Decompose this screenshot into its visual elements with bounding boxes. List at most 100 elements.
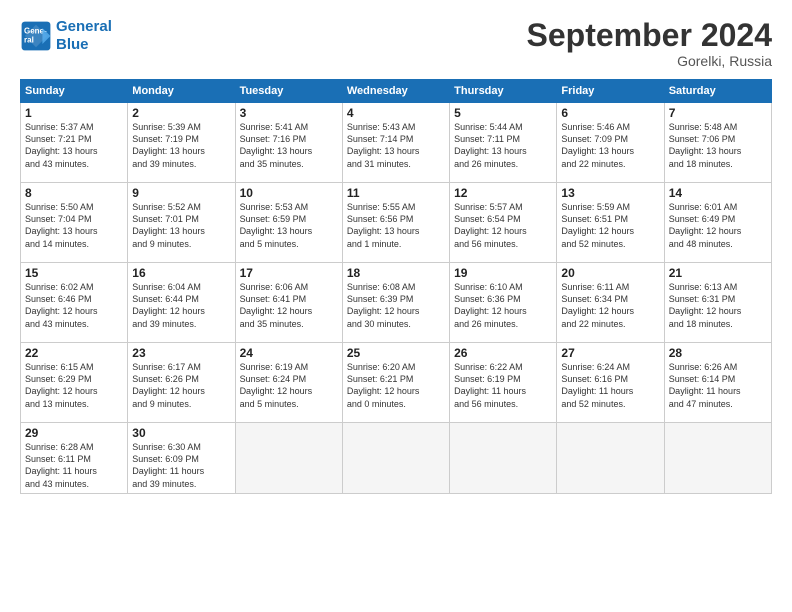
- day-info: Sunrise: 5:52 AM Sunset: 7:01 PM Dayligh…: [132, 201, 230, 250]
- day-info: Sunrise: 6:13 AM Sunset: 6:31 PM Dayligh…: [669, 281, 767, 330]
- day-info: Sunrise: 6:10 AM Sunset: 6:36 PM Dayligh…: [454, 281, 552, 330]
- day-number: 30: [132, 426, 230, 440]
- calendar-cell: 13Sunrise: 5:59 AM Sunset: 6:51 PM Dayli…: [557, 183, 664, 263]
- day-info: Sunrise: 6:02 AM Sunset: 6:46 PM Dayligh…: [25, 281, 123, 330]
- day-info: Sunrise: 6:28 AM Sunset: 6:11 PM Dayligh…: [25, 441, 123, 490]
- calendar-cell: [557, 423, 664, 494]
- day-info: Sunrise: 6:22 AM Sunset: 6:19 PM Dayligh…: [454, 361, 552, 410]
- day-number: 16: [132, 266, 230, 280]
- day-info: Sunrise: 5:50 AM Sunset: 7:04 PM Dayligh…: [25, 201, 123, 250]
- day-info: Sunrise: 5:55 AM Sunset: 6:56 PM Dayligh…: [347, 201, 445, 250]
- day-number: 18: [347, 266, 445, 280]
- calendar-cell: 11Sunrise: 5:55 AM Sunset: 6:56 PM Dayli…: [342, 183, 449, 263]
- table-row: 1Sunrise: 5:37 AM Sunset: 7:21 PM Daylig…: [21, 103, 772, 183]
- day-info: Sunrise: 6:24 AM Sunset: 6:16 PM Dayligh…: [561, 361, 659, 410]
- svg-text:ral: ral: [24, 35, 34, 44]
- day-info: Sunrise: 5:41 AM Sunset: 7:16 PM Dayligh…: [240, 121, 338, 170]
- calendar-cell: 19Sunrise: 6:10 AM Sunset: 6:36 PM Dayli…: [450, 263, 557, 343]
- location: Gorelki, Russia: [527, 53, 772, 69]
- table-row: 15Sunrise: 6:02 AM Sunset: 6:46 PM Dayli…: [21, 263, 772, 343]
- col-wednesday: Wednesday: [342, 80, 449, 103]
- day-info: Sunrise: 6:15 AM Sunset: 6:29 PM Dayligh…: [25, 361, 123, 410]
- day-info: Sunrise: 6:08 AM Sunset: 6:39 PM Dayligh…: [347, 281, 445, 330]
- day-number: 9: [132, 186, 230, 200]
- day-info: Sunrise: 6:20 AM Sunset: 6:21 PM Dayligh…: [347, 361, 445, 410]
- day-number: 15: [25, 266, 123, 280]
- calendar-cell: [342, 423, 449, 494]
- logo: Gene- ral General Blue: [20, 18, 112, 54]
- calendar-cell: [664, 423, 771, 494]
- calendar-cell: 21Sunrise: 6:13 AM Sunset: 6:31 PM Dayli…: [664, 263, 771, 343]
- calendar-cell: 8Sunrise: 5:50 AM Sunset: 7:04 PM Daylig…: [21, 183, 128, 263]
- day-info: Sunrise: 6:17 AM Sunset: 6:26 PM Dayligh…: [132, 361, 230, 410]
- day-info: Sunrise: 5:53 AM Sunset: 6:59 PM Dayligh…: [240, 201, 338, 250]
- day-number: 6: [561, 106, 659, 120]
- day-number: 8: [25, 186, 123, 200]
- calendar-cell: 16Sunrise: 6:04 AM Sunset: 6:44 PM Dayli…: [128, 263, 235, 343]
- calendar-cell: 10Sunrise: 5:53 AM Sunset: 6:59 PM Dayli…: [235, 183, 342, 263]
- day-number: 1: [25, 106, 123, 120]
- day-number: 3: [240, 106, 338, 120]
- calendar-cell: 7Sunrise: 5:48 AM Sunset: 7:06 PM Daylig…: [664, 103, 771, 183]
- calendar-cell: [450, 423, 557, 494]
- page: Gene- ral General Blue September 2024 Go…: [0, 0, 792, 612]
- day-info: Sunrise: 6:11 AM Sunset: 6:34 PM Dayligh…: [561, 281, 659, 330]
- calendar-cell: 29Sunrise: 6:28 AM Sunset: 6:11 PM Dayli…: [21, 423, 128, 494]
- calendar-cell: 27Sunrise: 6:24 AM Sunset: 6:16 PM Dayli…: [557, 343, 664, 423]
- day-number: 2: [132, 106, 230, 120]
- title-block: September 2024 Gorelki, Russia: [527, 18, 772, 69]
- day-number: 17: [240, 266, 338, 280]
- calendar-cell: 5Sunrise: 5:44 AM Sunset: 7:11 PM Daylig…: [450, 103, 557, 183]
- calendar-cell: 18Sunrise: 6:08 AM Sunset: 6:39 PM Dayli…: [342, 263, 449, 343]
- calendar-table: Sunday Monday Tuesday Wednesday Thursday…: [20, 79, 772, 494]
- day-info: Sunrise: 5:43 AM Sunset: 7:14 PM Dayligh…: [347, 121, 445, 170]
- day-info: Sunrise: 5:44 AM Sunset: 7:11 PM Dayligh…: [454, 121, 552, 170]
- calendar-cell: 3Sunrise: 5:41 AM Sunset: 7:16 PM Daylig…: [235, 103, 342, 183]
- table-row: 8Sunrise: 5:50 AM Sunset: 7:04 PM Daylig…: [21, 183, 772, 263]
- calendar-cell: 9Sunrise: 5:52 AM Sunset: 7:01 PM Daylig…: [128, 183, 235, 263]
- calendar-cell: 17Sunrise: 6:06 AM Sunset: 6:41 PM Dayli…: [235, 263, 342, 343]
- calendar-cell: 20Sunrise: 6:11 AM Sunset: 6:34 PM Dayli…: [557, 263, 664, 343]
- day-info: Sunrise: 6:26 AM Sunset: 6:14 PM Dayligh…: [669, 361, 767, 410]
- calendar-cell: 28Sunrise: 6:26 AM Sunset: 6:14 PM Dayli…: [664, 343, 771, 423]
- day-number: 10: [240, 186, 338, 200]
- day-info: Sunrise: 6:01 AM Sunset: 6:49 PM Dayligh…: [669, 201, 767, 250]
- day-number: 14: [669, 186, 767, 200]
- day-info: Sunrise: 5:48 AM Sunset: 7:06 PM Dayligh…: [669, 121, 767, 170]
- day-number: 29: [25, 426, 123, 440]
- calendar-cell: 15Sunrise: 6:02 AM Sunset: 6:46 PM Dayli…: [21, 263, 128, 343]
- day-number: 26: [454, 346, 552, 360]
- day-number: 11: [347, 186, 445, 200]
- calendar-cell: 25Sunrise: 6:20 AM Sunset: 6:21 PM Dayli…: [342, 343, 449, 423]
- table-row: 22Sunrise: 6:15 AM Sunset: 6:29 PM Dayli…: [21, 343, 772, 423]
- day-number: 28: [669, 346, 767, 360]
- calendar-cell: 26Sunrise: 6:22 AM Sunset: 6:19 PM Dayli…: [450, 343, 557, 423]
- header: Gene- ral General Blue September 2024 Go…: [20, 18, 772, 69]
- calendar-cell: 4Sunrise: 5:43 AM Sunset: 7:14 PM Daylig…: [342, 103, 449, 183]
- day-number: 23: [132, 346, 230, 360]
- day-number: 13: [561, 186, 659, 200]
- calendar-cell: 2Sunrise: 5:39 AM Sunset: 7:19 PM Daylig…: [128, 103, 235, 183]
- col-friday: Friday: [557, 80, 664, 103]
- day-info: Sunrise: 6:06 AM Sunset: 6:41 PM Dayligh…: [240, 281, 338, 330]
- day-number: 25: [347, 346, 445, 360]
- day-info: Sunrise: 5:57 AM Sunset: 6:54 PM Dayligh…: [454, 201, 552, 250]
- col-monday: Monday: [128, 80, 235, 103]
- col-sunday: Sunday: [21, 80, 128, 103]
- header-row: Sunday Monday Tuesday Wednesday Thursday…: [21, 80, 772, 103]
- day-info: Sunrise: 5:46 AM Sunset: 7:09 PM Dayligh…: [561, 121, 659, 170]
- calendar-cell: 12Sunrise: 5:57 AM Sunset: 6:54 PM Dayli…: [450, 183, 557, 263]
- day-number: 7: [669, 106, 767, 120]
- day-number: 5: [454, 106, 552, 120]
- col-thursday: Thursday: [450, 80, 557, 103]
- calendar-cell: 24Sunrise: 6:19 AM Sunset: 6:24 PM Dayli…: [235, 343, 342, 423]
- day-number: 4: [347, 106, 445, 120]
- day-info: Sunrise: 5:39 AM Sunset: 7:19 PM Dayligh…: [132, 121, 230, 170]
- logo-icon: Gene- ral: [20, 20, 52, 52]
- col-saturday: Saturday: [664, 80, 771, 103]
- day-number: 22: [25, 346, 123, 360]
- col-tuesday: Tuesday: [235, 80, 342, 103]
- month-title: September 2024: [527, 18, 772, 53]
- day-info: Sunrise: 6:19 AM Sunset: 6:24 PM Dayligh…: [240, 361, 338, 410]
- calendar-cell: 6Sunrise: 5:46 AM Sunset: 7:09 PM Daylig…: [557, 103, 664, 183]
